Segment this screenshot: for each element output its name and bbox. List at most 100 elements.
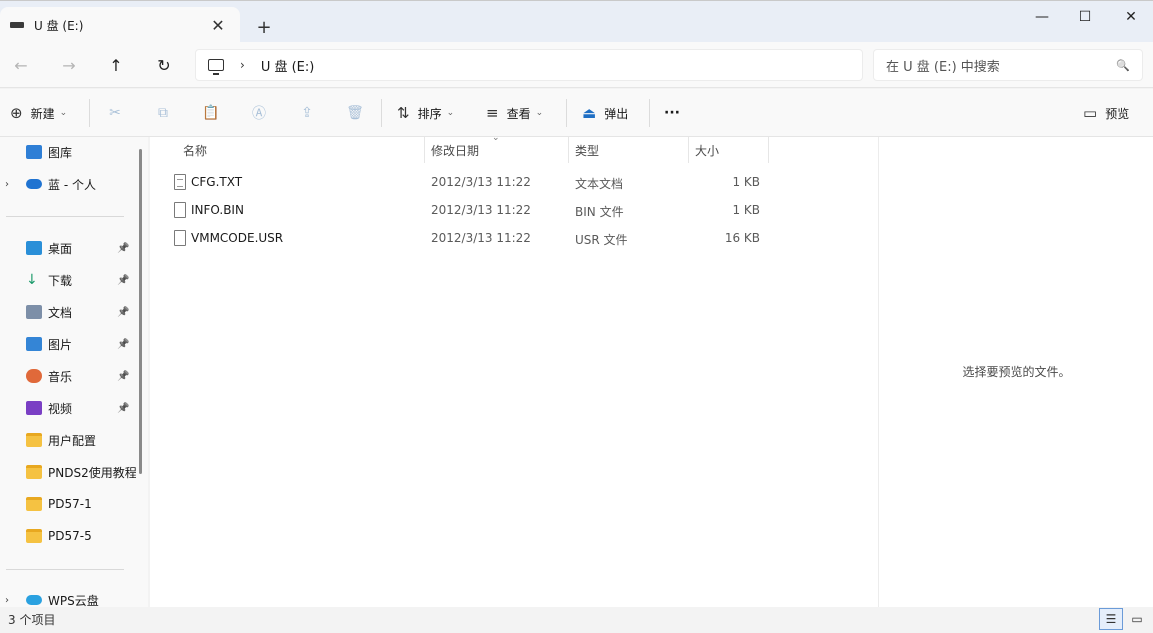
column-header-date[interactable]: 修改日期: [431, 137, 479, 163]
sidebar-item-videos[interactable]: 视频 📌: [0, 394, 138, 422]
column-header-size[interactable]: 大小: [695, 137, 719, 163]
preview-pane: 选择要预览的文件。: [878, 137, 1153, 607]
toolbar-divider: [89, 99, 90, 127]
minimize-button[interactable]: —: [1019, 1, 1065, 33]
new-tab-button[interactable]: +: [250, 13, 278, 41]
pin-icon[interactable]: 📌: [117, 243, 129, 254]
file-date: 2012/3/13 11:22: [431, 203, 531, 217]
sidebar-item-label: PD57-5: [48, 529, 92, 543]
status-bar: 3 个项目 ☰ ▭: [0, 607, 1153, 633]
search-placeholder: 在 U 盘 (E:) 中搜索: [886, 59, 1000, 75]
file-row[interactable]: VMMCODE.USR 2012/3/13 11:22 USR 文件 16 KB: [150, 224, 770, 252]
file-icon: [174, 202, 186, 218]
tab-title: U 盘 (E:): [34, 18, 84, 33]
refresh-button[interactable]: ↻: [149, 50, 179, 80]
pin-icon[interactable]: 📌: [117, 307, 129, 318]
eject-button[interactable]: ⏏ 弹出: [582, 99, 628, 127]
column-divider[interactable]: [424, 137, 425, 163]
sidebar-item-pnds2-tutorial[interactable]: PNDS2使用教程: [0, 458, 138, 486]
file-name: CFG.TXT: [191, 175, 243, 189]
plus-circle-icon: ⊕: [10, 104, 23, 122]
pictures-icon: [26, 337, 42, 351]
up-button[interactable]: ↑: [101, 50, 131, 80]
column-divider[interactable]: [568, 137, 569, 163]
sidebar-item-desktop[interactable]: 桌面 📌: [0, 234, 138, 262]
sidebar-item-gallery[interactable]: 图库: [0, 138, 138, 166]
sidebar-item-pd57-5[interactable]: PD57-5: [0, 522, 138, 550]
close-window-button[interactable]: ✕: [1108, 1, 1153, 33]
gallery-icon: [26, 145, 42, 159]
sidebar-item-label: PNDS2使用教程: [48, 465, 136, 480]
new-button[interactable]: ⊕ 新建 ⌄: [10, 99, 67, 127]
this-pc-icon[interactable]: [208, 59, 224, 75]
file-row[interactable]: INFO.BIN 2012/3/13 11:22 BIN 文件 1 KB: [150, 196, 770, 224]
rename-icon[interactable]: Ⓐ: [249, 103, 269, 123]
expand-chevron-icon[interactable]: ›: [5, 595, 9, 606]
column-divider[interactable]: [768, 137, 769, 163]
new-label: 新建: [30, 106, 55, 121]
tab-u-drive[interactable]: U 盘 (E:) ✕: [0, 7, 240, 43]
maximize-button[interactable]: ☐: [1062, 1, 1108, 33]
item-count: 3 个项目: [8, 613, 56, 627]
tiles-view-button[interactable]: ▭: [1125, 608, 1149, 630]
toolbar-divider: [649, 99, 650, 127]
usb-drive-icon: [10, 22, 24, 28]
sidebar-item-music[interactable]: 音乐 📌: [0, 362, 138, 390]
preview-pane-button[interactable]: ▭ 预览: [1083, 99, 1129, 127]
preview-label: 预览: [1105, 106, 1130, 121]
cut-icon[interactable]: ✂: [105, 103, 125, 123]
toolbar-divider: [381, 99, 382, 127]
pin-icon[interactable]: 📌: [117, 275, 129, 286]
column-divider[interactable]: [688, 137, 689, 163]
pin-icon[interactable]: 📌: [117, 371, 129, 382]
sidebar-item-label: 图库: [48, 145, 73, 160]
search-input[interactable]: 在 U 盘 (E:) 中搜索 🔍: [873, 49, 1143, 81]
details-view-button[interactable]: ☰: [1099, 608, 1123, 630]
copy-icon[interactable]: ⧉: [153, 103, 173, 123]
sidebar-divider: [6, 569, 124, 570]
sort-label: 排序: [417, 106, 442, 121]
forward-button[interactable]: →: [54, 50, 84, 80]
desktop-icon: [26, 241, 42, 255]
view-label: 查看: [506, 106, 531, 121]
address-field[interactable]: › U 盘 (E:): [195, 49, 863, 81]
file-type: BIN 文件: [575, 205, 624, 219]
expand-chevron-icon[interactable]: ›: [5, 179, 9, 190]
folder-icon: [26, 465, 42, 479]
pin-icon[interactable]: 📌: [117, 403, 129, 414]
more-options-button[interactable]: ···: [664, 99, 680, 127]
back-button[interactable]: ←: [6, 50, 36, 80]
sort-button[interactable]: ⇅ 排序 ⌄: [397, 99, 454, 127]
breadcrumb-chevron-icon[interactable]: ›: [240, 58, 245, 72]
search-icon: 🔍: [1116, 58, 1130, 72]
sidebar-item-pictures[interactable]: 图片 📌: [0, 330, 138, 358]
tab-close-icon[interactable]: ✕: [206, 13, 230, 37]
title-bar: U 盘 (E:) ✕ + — ☐ ✕: [0, 0, 1153, 43]
view-button[interactable]: ≡ 查看 ⌄: [486, 99, 543, 127]
sidebar-item-pd57-1[interactable]: PD57-1: [0, 490, 138, 518]
column-header-name[interactable]: 名称: [183, 137, 207, 163]
paste-icon[interactable]: 📋: [201, 103, 221, 123]
file-date: 2012/3/13 11:22: [431, 231, 531, 245]
sidebar-item-label: 蓝 - 个人: [48, 177, 96, 192]
preview-message: 选择要预览的文件。: [962, 365, 1071, 379]
column-header-type[interactable]: 类型: [575, 137, 599, 163]
sidebar-item-downloads[interactable]: ↓ 下载 📌: [0, 266, 138, 294]
sidebar-scrollbar[interactable]: [139, 149, 142, 474]
delete-icon[interactable]: 🗑: [345, 103, 365, 123]
wps-cloud-icon: [26, 595, 42, 605]
music-icon: [26, 369, 42, 383]
breadcrumb-u-drive[interactable]: U 盘 (E:): [261, 56, 315, 75]
onedrive-icon: [26, 179, 42, 189]
sidebar-item-label: 用户配置: [48, 433, 97, 448]
sidebar-item-user-config[interactable]: 用户配置: [0, 426, 138, 454]
sidebar-divider: [6, 216, 124, 217]
file-icon: [174, 230, 186, 246]
sidebar-item-documents[interactable]: 文档 📌: [0, 298, 138, 326]
sidebar-item-onedrive[interactable]: › 蓝 - 个人: [0, 170, 138, 198]
chevron-down-icon: ⌄: [59, 108, 68, 118]
file-row[interactable]: CFG.TXT 2012/3/13 11:22 文本文档 1 KB: [150, 168, 770, 196]
pin-icon[interactable]: 📌: [117, 339, 129, 350]
share-icon[interactable]: ⇪: [297, 103, 317, 123]
sort-icon: ⇅: [397, 104, 410, 122]
